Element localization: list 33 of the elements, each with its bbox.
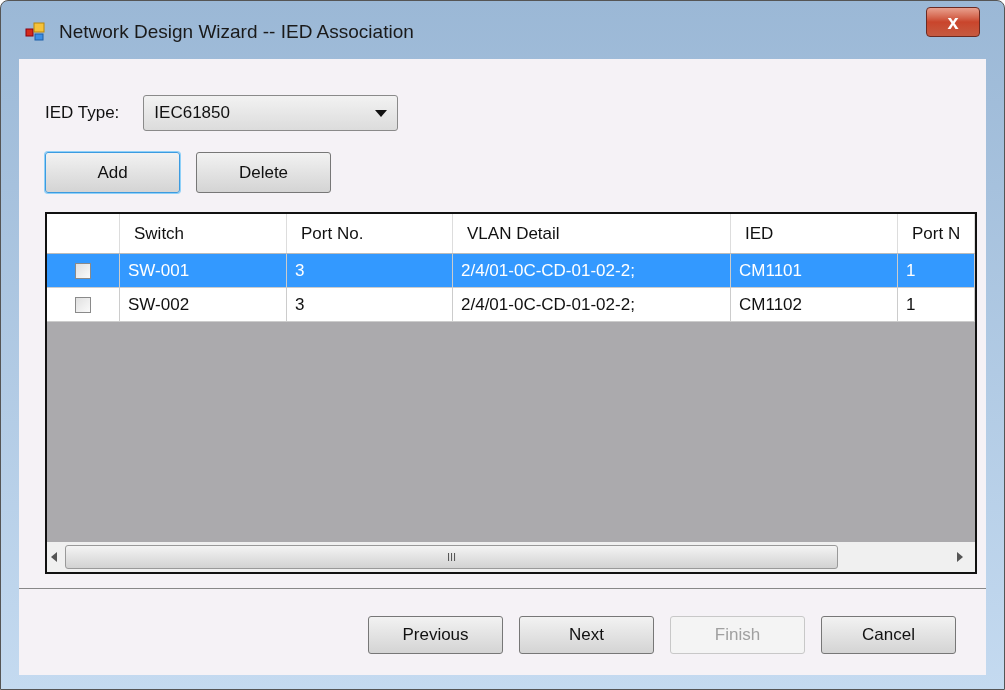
wizard-button[interactable]: Previous (368, 616, 503, 654)
scroll-left-icon[interactable] (51, 552, 57, 562)
wizard-button[interactable]: Next (519, 616, 654, 654)
column-header[interactable]: IED (731, 214, 898, 253)
wizard-button[interactable]: Cancel (821, 616, 956, 654)
table-cell: 1 (898, 288, 975, 321)
scroll-thumb[interactable]: III (65, 545, 838, 569)
table-cell: CM1102 (731, 288, 898, 321)
horizontal-scrollbar[interactable]: III (47, 542, 975, 572)
close-button[interactable]: x (926, 7, 980, 37)
app-icon (25, 21, 47, 43)
ied-type-label: IED Type: (45, 102, 120, 125)
scroll-right-icon[interactable] (957, 552, 963, 562)
dropdown-arrow-icon (375, 109, 388, 117)
action-button[interactable]: Delete (196, 152, 331, 193)
column-header[interactable]: VLAN Detail (453, 214, 731, 253)
column-header[interactable]: Port N (898, 214, 975, 253)
table-cell: 2/4/01-0C-CD-01-02-2; (453, 254, 731, 287)
column-header[interactable]: Port No. (287, 214, 453, 253)
action-button[interactable]: Add (45, 152, 180, 193)
column-header[interactable]: Switch (120, 214, 287, 253)
ied-type-dropdown[interactable]: IEC61850 (143, 95, 399, 131)
window-title: Network Design Wizard -- IED Association (59, 19, 414, 44)
table-cell: 1 (898, 254, 975, 287)
table-cell: 3 (287, 288, 453, 321)
row-checkbox[interactable] (75, 296, 91, 313)
table-cell: 3 (287, 254, 453, 287)
table-cell: 2/4/01-0C-CD-01-02-2; (453, 288, 731, 321)
table-cell: CM1101 (731, 254, 898, 287)
table-row[interactable]: SW-002 3 2/4/01-0C-CD-01-02-2; CM1102 1 (47, 288, 975, 322)
table-cell: SW-002 (120, 288, 287, 321)
table-cell: SW-001 (120, 254, 287, 287)
row-checkbox[interactable] (75, 262, 91, 279)
